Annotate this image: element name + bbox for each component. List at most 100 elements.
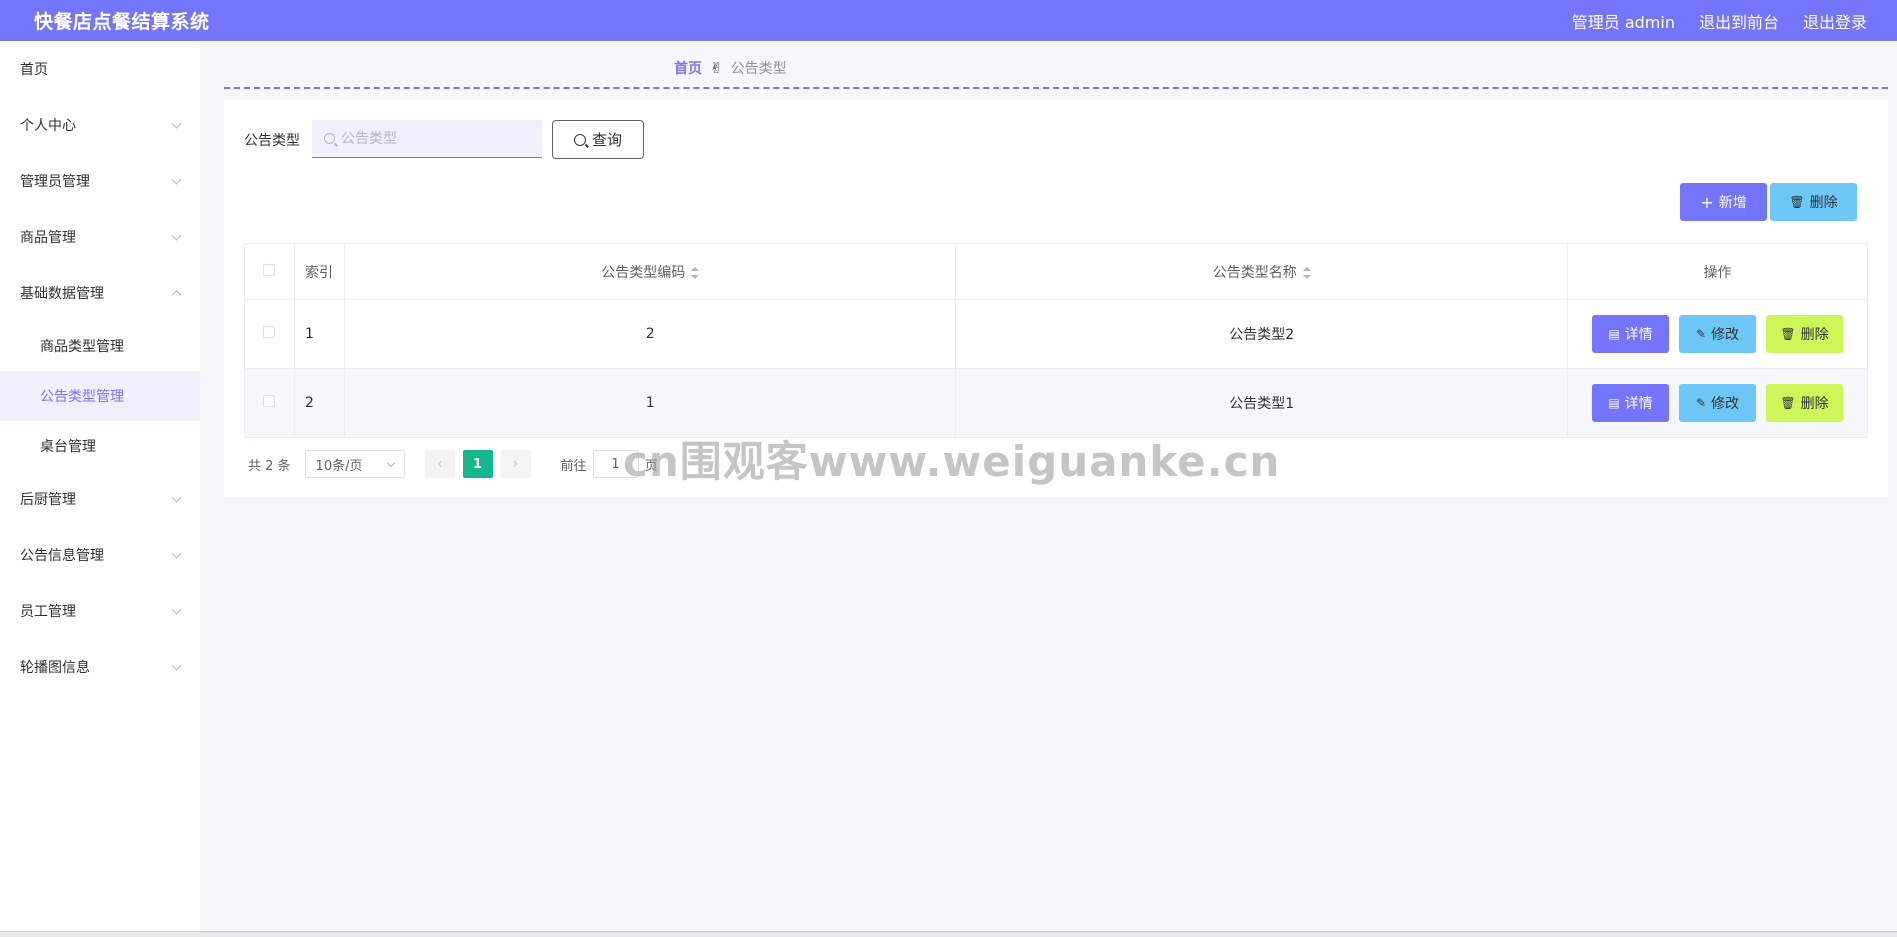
page-number-1[interactable]: 1: [462, 450, 493, 478]
divider: [224, 87, 1888, 89]
chevron-up-icon: [171, 290, 182, 301]
trash-icon: 🗑: [1789, 195, 1805, 209]
chevron-down-icon: [171, 660, 182, 671]
edit-label: 修改: [1711, 396, 1740, 412]
chevron-down-icon: [171, 118, 182, 129]
search-input[interactable]: [341, 130, 521, 147]
chevron-down-icon: [171, 604, 182, 615]
col-name[interactable]: 公告类型名称: [955, 243, 1568, 300]
delete-button[interactable]: 🗑 删除: [1766, 315, 1843, 353]
table-header-row: 索引 公告类型编码 公告类型名称 操作: [244, 243, 1868, 300]
row-actions: ▤ 详情 ✎ 修改 🗑 删除: [1568, 384, 1867, 422]
exit-to-front-link[interactable]: 退出到前台: [1699, 9, 1779, 33]
sidebar-item-label: 公告信息管理: [20, 548, 104, 564]
sidebar-item-label: 管理员管理: [20, 174, 90, 190]
trash-icon: 🗑: [1780, 396, 1796, 410]
row-actions: ▤ 详情 ✎ 修改 🗑 删除: [1568, 315, 1867, 353]
prev-page-button[interactable]: ‹: [424, 450, 455, 478]
cell-index: 2: [293, 368, 345, 438]
add-button[interactable]: + 新增: [1680, 183, 1767, 221]
search-icon: [324, 133, 335, 144]
next-page-button[interactable]: ›: [500, 450, 531, 478]
sidebar-item-label: 商品管理: [20, 230, 76, 246]
sidebar-subitem-label: 公告类型管理: [40, 389, 124, 405]
goto-label: 前往: [560, 458, 587, 474]
batch-delete-button[interactable]: 🗑 删除: [1770, 183, 1857, 221]
watermark-text: cn围观客www.weiguanke.cn: [623, 437, 1281, 486]
cell-code: 2: [343, 299, 957, 369]
sidebar-item-home[interactable]: 首页: [0, 41, 200, 97]
notice-type-table: 索引 公告类型编码 公告类型名称 操作 1 2 公告类型2 ▤ 详情 ✎ 修改 🗑 删…: [244, 243, 1868, 438]
page-size-value: 10条/页: [315, 458, 363, 474]
delete-label: 删除: [1800, 396, 1829, 412]
sidebar-subitem-goods-type[interactable]: 商品类型管理: [0, 321, 200, 371]
col-name-label: 公告类型名称: [1212, 264, 1297, 281]
pencil-icon: ✎: [1695, 396, 1707, 410]
search-field[interactable]: [312, 120, 542, 158]
chevron-down-icon: [171, 492, 182, 503]
pencil-icon: ✎: [1695, 327, 1707, 341]
query-button[interactable]: 查询: [552, 120, 644, 159]
chevron-down-icon: [171, 548, 182, 559]
sort-icon[interactable]: [691, 266, 700, 279]
breadcrumb-current: 公告类型: [730, 61, 787, 77]
sidebar-item-basic-data[interactable]: 基础数据管理: [0, 265, 200, 321]
search-label: 公告类型: [244, 133, 300, 149]
delete-label: 删除: [1800, 327, 1829, 343]
header-actions: 管理员 admin 退出到前台 退出登录: [1572, 9, 1867, 33]
edit-button[interactable]: ✎ 修改: [1679, 315, 1756, 353]
delete-button[interactable]: 🗑 删除: [1766, 384, 1843, 422]
cell-name: 公告类型2: [955, 299, 1568, 369]
sidebar-subitem-label: 商品类型管理: [40, 339, 124, 355]
detail-label: 详情: [1624, 327, 1653, 343]
sidebar-item-label: 员工管理: [20, 604, 76, 620]
page-size-select[interactable]: 10条/页: [304, 450, 405, 478]
sidebar-item-goods-management[interactable]: 商品管理: [0, 209, 200, 265]
sidebar-item-carousel[interactable]: 轮播图信息: [0, 639, 200, 695]
sidebar-subitem-table-management[interactable]: 桌台管理: [0, 421, 200, 471]
sidebar-item-label: 个人中心: [20, 118, 76, 134]
edit-button[interactable]: ✎ 修改: [1679, 384, 1756, 422]
row-checkbox[interactable]: [263, 395, 276, 407]
sidebar-item-personal-center[interactable]: 个人中心: [0, 97, 200, 153]
pagination: 共 2 条 10条/页 ‹ 1 › 前往 页: [248, 450, 658, 478]
detail-button[interactable]: ▤ 详情: [1592, 315, 1669, 353]
select-all-checkbox[interactable]: [263, 263, 276, 276]
sidebar-item-label: 首页: [20, 62, 48, 78]
sidebar: 首页 个人中心 管理员管理 商品管理 基础数据管理 商品类型管理 公告类型管理 …: [0, 41, 200, 937]
col-code-label: 公告类型编码: [601, 264, 686, 281]
table-row: 1 2 公告类型2 ▤ 详情 ✎ 修改 🗑 删除: [244, 299, 1868, 369]
logout-link[interactable]: 退出登录: [1803, 9, 1867, 33]
detail-button[interactable]: ▤ 详情: [1592, 384, 1669, 422]
sidebar-item-notice-info[interactable]: 公告信息管理: [0, 527, 200, 583]
sidebar-item-kitchen[interactable]: 后厨管理: [0, 471, 200, 527]
add-button-label: 新增: [1718, 195, 1747, 211]
row-checkbox[interactable]: [263, 326, 276, 338]
sidebar-item-staff[interactable]: 员工管理: [0, 583, 200, 639]
sidebar-subitem-label: 桌台管理: [40, 439, 96, 455]
sidebar-item-label: 后厨管理: [20, 492, 76, 508]
hand-icon: ✌: [710, 59, 723, 77]
sidebar-item-label: 基础数据管理: [20, 286, 104, 302]
chevron-down-icon: [386, 458, 395, 468]
col-ops: 操作: [1567, 243, 1868, 300]
breadcrumb: 首页 ✌ 公告类型: [674, 58, 787, 78]
sort-icon[interactable]: [1302, 266, 1311, 279]
document-icon: ▤: [1608, 327, 1620, 341]
search-icon: [573, 133, 586, 146]
sidebar-subitem-notice-type[interactable]: 公告类型管理: [0, 371, 200, 421]
detail-label: 详情: [1624, 396, 1653, 412]
cell-index: 1: [293, 299, 345, 369]
col-code[interactable]: 公告类型编码: [343, 243, 957, 300]
breadcrumb-home[interactable]: 首页: [674, 58, 702, 78]
col-index: 索引: [293, 243, 345, 300]
edit-label: 修改: [1711, 327, 1740, 343]
chevron-down-icon: [171, 230, 182, 241]
batch-delete-label: 删除: [1809, 195, 1838, 211]
plus-icon: +: [1700, 192, 1714, 212]
bottom-bar: [0, 931, 1897, 937]
sidebar-item-admin-management[interactable]: 管理员管理: [0, 153, 200, 209]
trash-icon: 🗑: [1780, 327, 1796, 341]
current-user[interactable]: 管理员 admin: [1572, 9, 1675, 33]
query-button-label: 查询: [591, 131, 622, 149]
